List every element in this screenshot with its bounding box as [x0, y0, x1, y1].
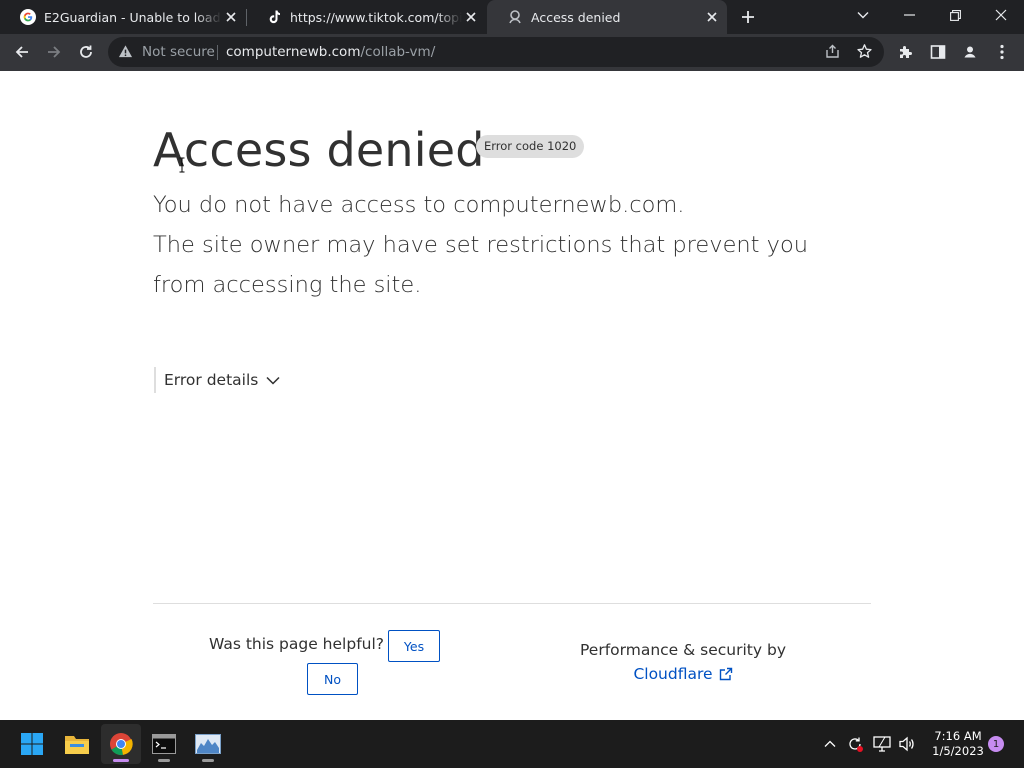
kebab-menu-icon	[1000, 44, 1004, 60]
share-icon[interactable]	[824, 43, 841, 60]
performance-label: Performance & security by	[580, 641, 786, 659]
taskbar-chrome[interactable]	[101, 724, 141, 764]
security-status-label[interactable]: Not secure	[142, 44, 215, 60]
error-message-line-2: The site owner may have set restrictions…	[153, 232, 808, 298]
taskbar-clock[interactable]: 7:16 AM 1/5/2023	[928, 729, 988, 759]
tab-search-button[interactable]	[840, 0, 886, 30]
page-viewport: Access denied Error code 1020 You do not…	[0, 71, 1024, 720]
profile-avatar-icon	[962, 44, 978, 60]
url-host: computernewb.com	[226, 44, 361, 60]
new-tab-button[interactable]	[737, 6, 759, 28]
taskbar-task-manager[interactable]	[188, 724, 228, 764]
error-message-line-1: You do not have access to computernewb.c…	[153, 192, 685, 218]
taskbar-terminal[interactable]	[144, 724, 184, 764]
restore-icon	[949, 9, 961, 21]
task-manager-icon	[195, 734, 221, 754]
plus-icon	[742, 11, 754, 23]
feedback-question: Was this page helpful?	[209, 635, 385, 653]
speaker-icon	[899, 736, 914, 752]
puzzle-piece-icon	[900, 46, 912, 58]
close-tab-icon[interactable]	[462, 8, 480, 26]
tab-title: E2Guardian - Unable to load web	[44, 9, 222, 25]
feedback-yes-button[interactable]: Yes	[388, 630, 440, 662]
error-details-label: Error details	[164, 371, 259, 389]
tab-e2guardian[interactable]: E2Guardian - Unable to load web	[0, 0, 246, 34]
taskbar-file-explorer[interactable]	[57, 724, 97, 764]
chrome-menu-button[interactable]	[988, 38, 1016, 66]
close-tab-icon[interactable]	[703, 8, 721, 26]
reload-icon	[80, 45, 92, 58]
tray-volume[interactable]	[895, 732, 919, 756]
forward-button[interactable]	[40, 38, 68, 66]
chevron-down-icon	[857, 12, 869, 19]
tab-tiktok[interactable]: https://www.tiktok.com/topics/g	[246, 0, 486, 34]
tab-title: Access denied	[531, 9, 621, 25]
address-bar[interactable]: Not secure computernewb.com/collab-vm/	[108, 37, 884, 67]
windows-logo-icon	[21, 733, 43, 755]
tab-title: https://www.tiktok.com/topics/g	[290, 9, 462, 25]
warning-triangle-icon[interactable]	[118, 44, 133, 59]
tray-network[interactable]	[870, 732, 894, 756]
extensions-button[interactable]	[892, 38, 920, 66]
start-button[interactable]	[12, 724, 52, 764]
error-message: You do not have access to computernewb.c…	[153, 185, 853, 305]
text-cursor-icon	[179, 157, 185, 173]
windows-taskbar	[0, 720, 1024, 768]
minimize-button[interactable]	[886, 0, 932, 30]
clock-date: 1/5/2023	[932, 744, 984, 758]
error-details-toggle[interactable]: Error details	[154, 367, 280, 393]
profile-button[interactable]	[956, 38, 984, 66]
url-text[interactable]: computernewb.com/collab-vm/	[226, 44, 435, 60]
tab-access-denied[interactable]: Access denied	[487, 0, 727, 34]
tray-sync-status[interactable]	[843, 732, 867, 756]
restore-button[interactable]	[932, 0, 978, 30]
sync-error-icon	[849, 737, 863, 752]
notification-badge[interactable]: 1	[988, 736, 1004, 752]
chevron-up-icon	[824, 740, 836, 747]
page-title: Access denied	[153, 123, 485, 177]
close-icon	[995, 9, 1007, 21]
terminal-icon	[152, 734, 176, 754]
arrow-right-icon	[48, 46, 61, 58]
browser-tab-strip: E2Guardian - Unable to load web https://…	[0, 0, 1024, 34]
clock-time: 7:16 AM	[934, 729, 982, 743]
tiktok-icon	[269, 10, 280, 24]
url-path: /collab-vm/	[360, 44, 436, 60]
back-button[interactable]	[8, 38, 36, 66]
running-app-indicator	[158, 759, 170, 762]
active-app-indicator	[113, 759, 129, 762]
show-hidden-icons-button[interactable]	[818, 732, 842, 756]
omnibox-divider	[217, 45, 218, 60]
minimize-icon	[903, 14, 915, 16]
reload-button[interactable]	[72, 38, 100, 66]
error-code-badge: Error code 1020	[476, 135, 585, 158]
feedback-no-button[interactable]: No	[307, 663, 358, 695]
google-g-icon	[20, 9, 36, 25]
running-app-indicator	[202, 759, 214, 762]
close-window-button[interactable]	[978, 0, 1024, 30]
cloudflare-link[interactable]: Cloudflare	[560, 665, 806, 683]
chevron-down-icon	[266, 376, 280, 385]
footer-divider	[153, 603, 871, 604]
side-panel-button[interactable]	[924, 38, 952, 66]
close-tab-icon[interactable]	[222, 8, 240, 26]
cloudflare-link-text: Cloudflare	[633, 665, 713, 683]
arrow-left-icon	[15, 46, 28, 58]
bookmark-star-icon[interactable]	[856, 43, 873, 60]
browser-toolbar: Not secure computernewb.com/collab-vm/	[0, 34, 1024, 71]
folder-icon	[65, 736, 89, 754]
network-display-icon	[873, 736, 891, 752]
side-panel-icon	[930, 45, 946, 59]
chrome-logo-icon	[110, 733, 133, 756]
external-link-icon	[719, 667, 732, 681]
cloudflare-page-icon	[509, 10, 521, 24]
